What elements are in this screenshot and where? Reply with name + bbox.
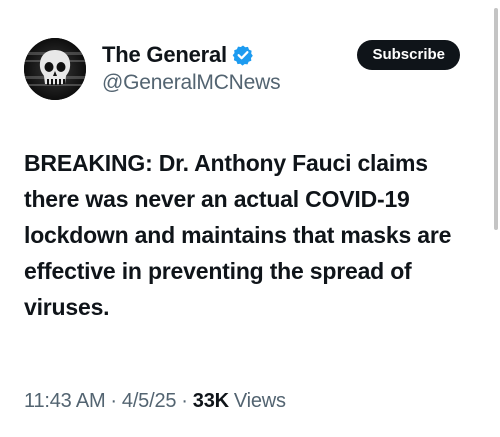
display-name-row: The General [102, 40, 280, 70]
avatar[interactable] [24, 38, 86, 100]
tweet-date[interactable]: 4/5/25 [122, 390, 177, 413]
tweet-header: The General @GeneralMCNews Subscribe [24, 38, 476, 102]
tweet-text: BREAKING: Dr. Anthony Fauci claims there… [24, 150, 452, 320]
display-name[interactable]: The General [102, 42, 227, 68]
author-handle[interactable]: @GeneralMCNews [102, 71, 281, 95]
scrollbar[interactable] [494, 8, 498, 230]
punisher-skull-avatar-icon [24, 38, 86, 100]
views-label: Views [233, 390, 286, 412]
views-count[interactable]: 33K [193, 390, 229, 413]
tweet-meta: 11:43 AM · 4/5/25 · 33K Views [24, 390, 286, 413]
subscribe-button[interactable]: Subscribe [357, 40, 460, 70]
author-info: The General @GeneralMCNews [102, 40, 281, 95]
meta-separator: · [110, 390, 117, 412]
tweet-card: The General @GeneralMCNews Subscribe BRE… [0, 0, 500, 437]
verified-badge-icon[interactable] [232, 44, 254, 66]
meta-separator: · [181, 390, 188, 412]
tweet-time[interactable]: 11:43 AM [24, 390, 106, 413]
